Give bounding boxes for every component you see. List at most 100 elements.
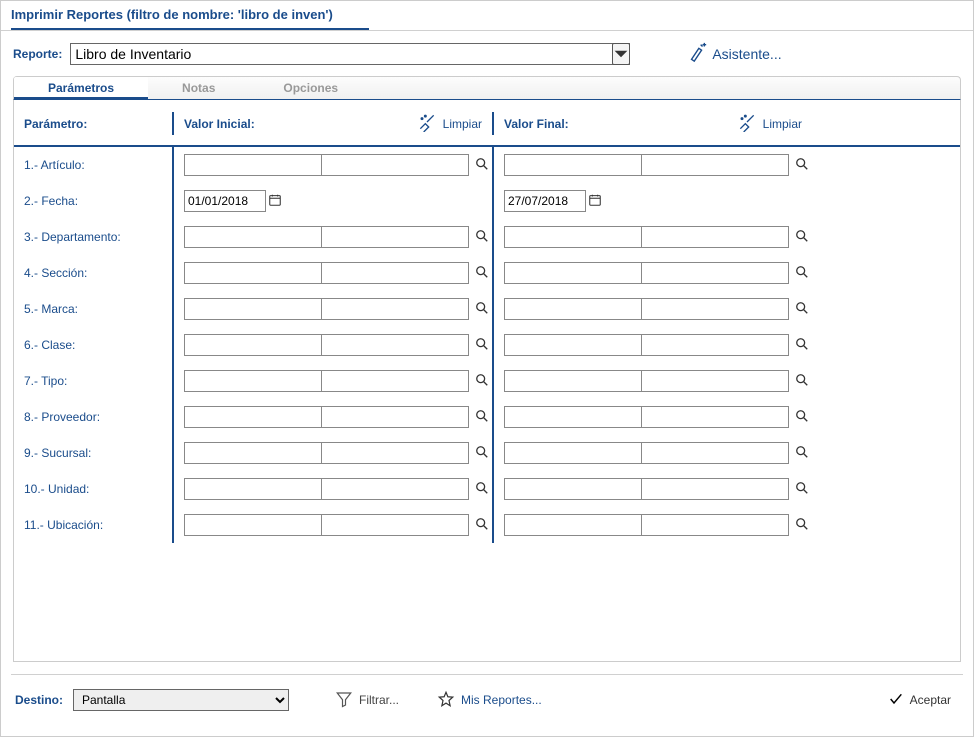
param-label: 10.- Unidad:: [14, 482, 172, 496]
param-label: 4.- Sección:: [14, 266, 172, 280]
clear-initial-button[interactable]: Limpiar: [417, 112, 482, 135]
search-icon[interactable]: [475, 337, 489, 354]
search-icon[interactable]: [795, 409, 809, 426]
search-icon[interactable]: [795, 481, 809, 498]
code-initial-input[interactable]: [184, 154, 322, 176]
desc-final-input[interactable]: [641, 478, 789, 500]
code-initial-input[interactable]: [184, 442, 322, 464]
calendar-icon[interactable]: [588, 193, 602, 210]
param-row: 1.- Artículo:: [14, 147, 960, 183]
code-final-input[interactable]: [504, 154, 642, 176]
clear-initial-label: Limpiar: [443, 117, 482, 131]
desc-final-input[interactable]: [641, 226, 789, 248]
search-icon[interactable]: [795, 301, 809, 318]
desc-initial-input[interactable]: [321, 514, 469, 536]
tab-notas[interactable]: Notas: [148, 77, 249, 99]
code-initial-input[interactable]: [184, 226, 322, 248]
search-icon[interactable]: [475, 445, 489, 462]
desc-final-input[interactable]: [641, 334, 789, 356]
search-icon[interactable]: [475, 517, 489, 534]
desc-initial-input[interactable]: [321, 406, 469, 428]
search-icon[interactable]: [475, 157, 489, 174]
param-row: 7.- Tipo:: [14, 363, 960, 399]
accept-button[interactable]: Aceptar: [888, 691, 951, 710]
desc-initial-input[interactable]: [321, 154, 469, 176]
search-icon[interactable]: [475, 265, 489, 282]
broom-icon: [417, 112, 437, 135]
desc-final-input[interactable]: [641, 298, 789, 320]
code-initial-input[interactable]: [184, 298, 322, 320]
desc-initial-input[interactable]: [321, 334, 469, 356]
code-initial-input[interactable]: [184, 478, 322, 500]
tab-bar: Parámetros Notas Opciones: [13, 76, 961, 100]
desc-final-input[interactable]: [641, 442, 789, 464]
parameters-panel: Parámetro: Valor Inicial: Limpiar Valor …: [13, 100, 961, 662]
code-initial-input[interactable]: [184, 334, 322, 356]
search-icon[interactable]: [795, 445, 809, 462]
report-select[interactable]: [70, 43, 630, 65]
calendar-icon[interactable]: [268, 193, 282, 210]
tab-parametros[interactable]: Parámetros: [14, 77, 148, 100]
filter-button[interactable]: Filtrar...: [335, 690, 399, 711]
param-row: 4.- Sección:: [14, 255, 960, 291]
search-icon[interactable]: [475, 229, 489, 246]
search-icon[interactable]: [475, 301, 489, 318]
search-icon[interactable]: [795, 337, 809, 354]
desc-initial-input[interactable]: [321, 370, 469, 392]
code-final-input[interactable]: [504, 226, 642, 248]
search-icon[interactable]: [475, 409, 489, 426]
param-row: 8.- Proveedor:: [14, 399, 960, 435]
desc-final-input[interactable]: [641, 370, 789, 392]
destination-select[interactable]: Pantalla: [73, 689, 289, 711]
tab-opciones[interactable]: Opciones: [249, 77, 372, 99]
desc-final-input[interactable]: [641, 406, 789, 428]
header-valor-final: Valor Final:: [504, 117, 569, 131]
date-initial-input[interactable]: [184, 190, 266, 212]
header-parametro: Parámetro:: [14, 112, 172, 135]
date-final-input[interactable]: [504, 190, 586, 212]
code-final-input[interactable]: [504, 370, 642, 392]
param-row: 11.- Ubicación:: [14, 507, 960, 543]
code-initial-input[interactable]: [184, 406, 322, 428]
report-label: Reporte:: [13, 47, 62, 61]
parameters-scroll[interactable]: Parámetro: Valor Inicial: Limpiar Valor …: [14, 100, 960, 661]
header-valor-inicial: Valor Inicial:: [184, 117, 255, 131]
search-icon[interactable]: [475, 481, 489, 498]
search-icon[interactable]: [795, 157, 809, 174]
search-icon[interactable]: [795, 229, 809, 246]
footer: Destino: Pantalla Filtrar... Mis Reporte…: [1, 675, 973, 711]
code-initial-input[interactable]: [184, 514, 322, 536]
assistant-button[interactable]: Asistente...: [686, 41, 781, 66]
code-final-input[interactable]: [504, 298, 642, 320]
clear-final-button[interactable]: Limpiar: [737, 112, 802, 135]
code-final-input[interactable]: [504, 478, 642, 500]
search-icon[interactable]: [795, 373, 809, 390]
assistant-label: Asistente...: [712, 46, 781, 62]
code-final-input[interactable]: [504, 406, 642, 428]
check-icon: [888, 691, 904, 710]
param-label: 6.- Clase:: [14, 338, 172, 352]
search-icon[interactable]: [795, 517, 809, 534]
desc-initial-input[interactable]: [321, 226, 469, 248]
my-reports-button[interactable]: Mis Reportes...: [437, 690, 542, 711]
desc-initial-input[interactable]: [321, 262, 469, 284]
desc-final-input[interactable]: [641, 262, 789, 284]
desc-final-input[interactable]: [641, 514, 789, 536]
param-label: 11.- Ubicación:: [14, 518, 172, 532]
code-final-input[interactable]: [504, 442, 642, 464]
code-final-input[interactable]: [504, 514, 642, 536]
desc-initial-input[interactable]: [321, 478, 469, 500]
code-final-input[interactable]: [504, 334, 642, 356]
desc-final-input[interactable]: [641, 154, 789, 176]
desc-initial-input[interactable]: [321, 298, 469, 320]
param-label: 8.- Proveedor:: [14, 410, 172, 424]
code-final-input[interactable]: [504, 262, 642, 284]
funnel-icon: [335, 690, 353, 711]
parameters-header: Parámetro: Valor Inicial: Limpiar Valor …: [14, 100, 960, 147]
search-icon[interactable]: [475, 373, 489, 390]
desc-initial-input[interactable]: [321, 442, 469, 464]
code-initial-input[interactable]: [184, 262, 322, 284]
code-initial-input[interactable]: [184, 370, 322, 392]
report-dropdown-button[interactable]: [612, 43, 630, 65]
search-icon[interactable]: [795, 265, 809, 282]
